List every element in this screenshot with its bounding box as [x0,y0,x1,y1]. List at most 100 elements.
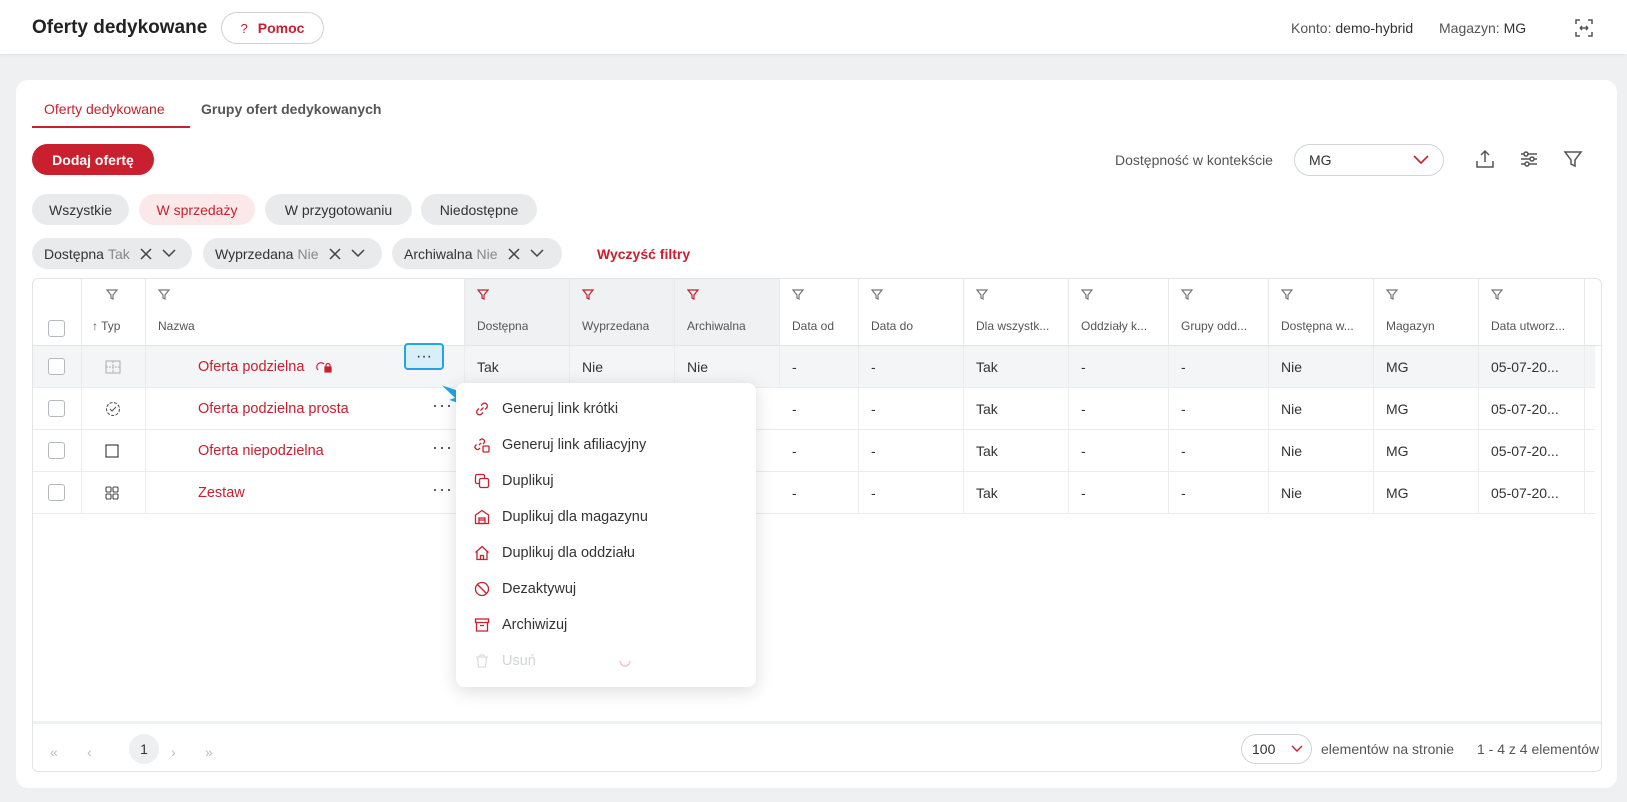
filter-icon[interactable] [1562,148,1584,170]
menu-item-affiliate-link[interactable]: Generuj link afiliacyjny [474,435,646,455]
chevron-down-icon[interactable] [162,249,176,258]
row-actions-button[interactable]: ··· [432,438,453,456]
offer-name-link[interactable]: Oferta podzielna prosta [198,401,349,417]
simple-split-offer-icon [105,401,121,416]
filter-active-icon[interactable] [582,289,594,301]
filter-icon[interactable] [1181,289,1193,301]
menu-item-duplicate-warehouse[interactable]: Duplikuj dla magazynu [474,507,648,527]
filter-icon[interactable] [871,289,883,301]
column-label: Wyprzedana [582,319,650,333]
filter-icon[interactable] [158,289,170,301]
menu-item-duplicate-branch[interactable]: Duplikuj dla oddziału [474,543,635,563]
name-cell[interactable]: Oferta niepodzielna [146,430,465,471]
column-header-type[interactable]: ↑ Typ [82,279,146,345]
status-filter-in-preparation[interactable]: W przygotowaniu [265,194,412,225]
column-header-for-all[interactable]: Dla wszystk... [964,279,1069,345]
table-footer-divider [33,721,1601,724]
filter-icon[interactable] [1081,289,1093,301]
filter-icon[interactable] [106,289,118,301]
help-button[interactable]: ? Pomoc [221,12,324,44]
close-icon[interactable] [140,247,152,260]
column-label: Nazwa [158,319,195,333]
filter-active-icon[interactable] [477,289,489,301]
offer-name-link[interactable]: Zestaw [198,485,245,501]
filter-chip-sold-out[interactable]: Wyprzedana Nie [203,238,382,269]
column-header-created[interactable]: Data utworz... [1479,279,1585,345]
column-header-branch-groups[interactable]: Grupy odd... [1169,279,1269,345]
column-label: Oddziały k... [1081,319,1148,333]
menu-item-short-link[interactable]: Generuj link krótki [474,399,618,419]
filter-icon[interactable] [792,289,804,301]
name-cell[interactable]: Oferta podzielna prosta [146,388,465,429]
filter-icon[interactable] [1386,289,1398,301]
table-row[interactable]: Oferta podzielna prosta - - Tak - - Nie … [33,388,1595,430]
current-page-button[interactable]: 1 [129,734,159,764]
offer-name-link[interactable]: Oferta niepodzielna [198,443,324,459]
offer-name-link[interactable]: Oferta podzielna [198,359,304,375]
column-header-date-to[interactable]: Data do [859,279,964,345]
top-bar: Oferty dedykowane ? Pomoc Konto: demo-hy… [0,0,1627,54]
filter-icon[interactable] [1281,289,1293,301]
column-header-name[interactable]: Nazwa [146,279,465,345]
row-checkbox[interactable] [48,484,65,501]
add-offer-button[interactable]: Dodaj ofertę [32,144,154,175]
branches-cell: - [1069,472,1169,513]
prev-page-button[interactable]: ‹ [87,744,92,760]
available-in-cell: Nie [1269,388,1374,429]
column-label: Dostępna [477,319,529,333]
column-header-warehouse[interactable]: Magazyn [1374,279,1479,345]
filter-active-icon[interactable] [687,289,699,301]
warehouse-label: Magazyn: [1439,20,1500,36]
status-filter-on-sale[interactable]: W sprzedaży [139,194,255,225]
menu-item-archive[interactable]: Archiwizuj [474,615,567,635]
first-page-button[interactable]: « [50,744,58,760]
row-actions-button[interactable]: ··· [432,480,453,498]
for-all-cell: Tak [964,430,1069,471]
context-select[interactable]: MG [1294,144,1444,176]
column-header-branches[interactable]: Oddziały k... [1069,279,1169,345]
filter-icon[interactable] [1491,289,1503,301]
close-icon[interactable] [507,247,520,260]
fullscreen-icon[interactable] [1574,18,1594,38]
tab-offer-groups[interactable]: Grupy ofert dedykowanych [201,101,381,117]
menu-item-deactivate[interactable]: Dezaktywuj [474,579,576,599]
bundle-icon [105,485,119,500]
filter-chip-available[interactable]: Dostępna Tak [32,238,192,269]
column-header-available[interactable]: Dostępna [465,279,570,345]
per-page-select[interactable]: 100 [1241,734,1312,764]
status-filter-all[interactable]: Wszystkie [32,194,129,225]
status-filter-unavailable[interactable]: Niedostępne [421,194,537,225]
date-from-cell: - [780,346,859,387]
next-page-button[interactable]: › [171,744,176,760]
export-icon[interactable] [1474,148,1496,170]
table-row[interactable]: Zestaw - - Tak - - Nie MG 05-07-20... [33,472,1595,514]
tab-dedicated-offers[interactable]: Oferty dedykowane [44,101,165,117]
filter-chip-archived[interactable]: Archiwalna Nie [392,238,562,269]
clear-filters-link[interactable]: Wyczyść filtry [597,246,690,262]
close-icon[interactable] [328,247,341,260]
column-header-available-in[interactable]: Dostępna w... [1269,279,1374,345]
filter-icon[interactable] [976,289,988,301]
row-context-menu: Generuj link krótki Generuj link afiliac… [456,383,756,687]
last-page-button[interactable]: » [205,744,213,760]
menu-item-duplicate[interactable]: Duplikuj [474,471,554,491]
chevron-down-icon [1413,155,1429,165]
indivisible-offer-icon [105,443,119,458]
settings-sliders-icon[interactable] [1518,148,1540,170]
row-actions-button-active[interactable]: ··· [404,343,444,370]
table-row[interactable]: Oferta niepodzielna - - Tak - - Nie MG 0… [33,430,1595,472]
chevron-down-icon[interactable] [529,249,544,258]
table-row[interactable]: Oferta podzielna Tak Nie Nie - - Tak - -… [33,346,1595,388]
chevron-down-icon[interactable] [350,249,365,258]
select-all-checkbox[interactable] [48,320,65,337]
column-header-date-from[interactable]: Data od [780,279,859,345]
available-in-cell: Nie [1269,430,1374,471]
row-checkbox[interactable] [48,442,65,459]
date-from-cell: - [780,472,859,513]
column-header-sold-out[interactable]: Wyprzedana [570,279,675,345]
name-cell[interactable]: Zestaw [146,472,465,513]
row-checkbox[interactable] [48,400,65,417]
branch-groups-cell: - [1169,346,1269,387]
column-header-archived[interactable]: Archiwalna [675,279,780,345]
row-checkbox[interactable] [48,358,65,375]
